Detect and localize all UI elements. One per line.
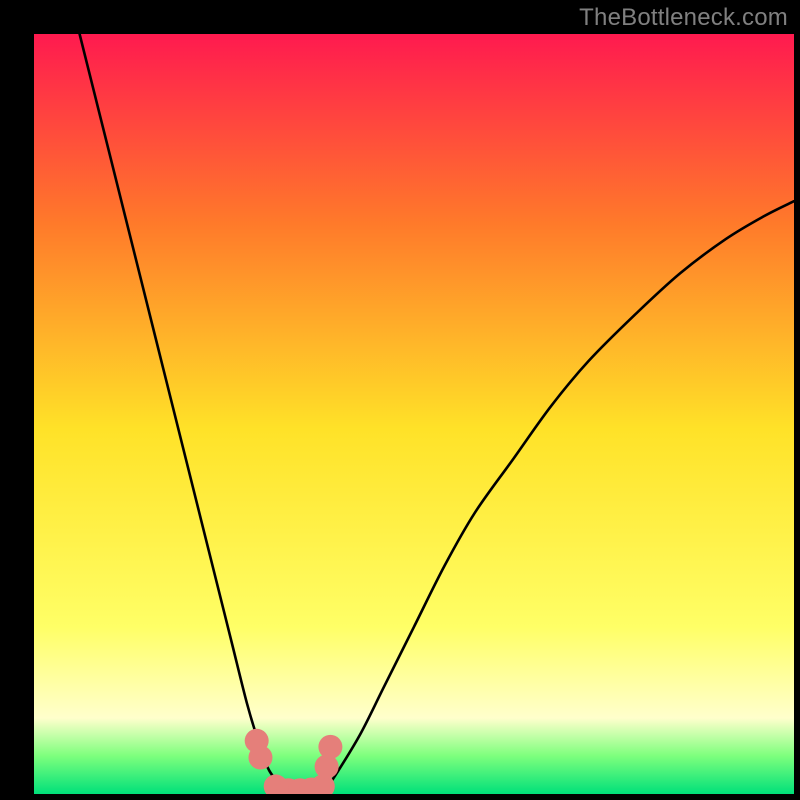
chart-frame: TheBottleneck.com xyxy=(0,0,800,800)
plot-area xyxy=(34,34,794,794)
watermark-text: TheBottleneck.com xyxy=(579,4,788,32)
chart-svg xyxy=(34,34,794,794)
gradient-background xyxy=(34,34,794,794)
trough-marker xyxy=(318,735,342,759)
trough-marker xyxy=(248,746,272,770)
